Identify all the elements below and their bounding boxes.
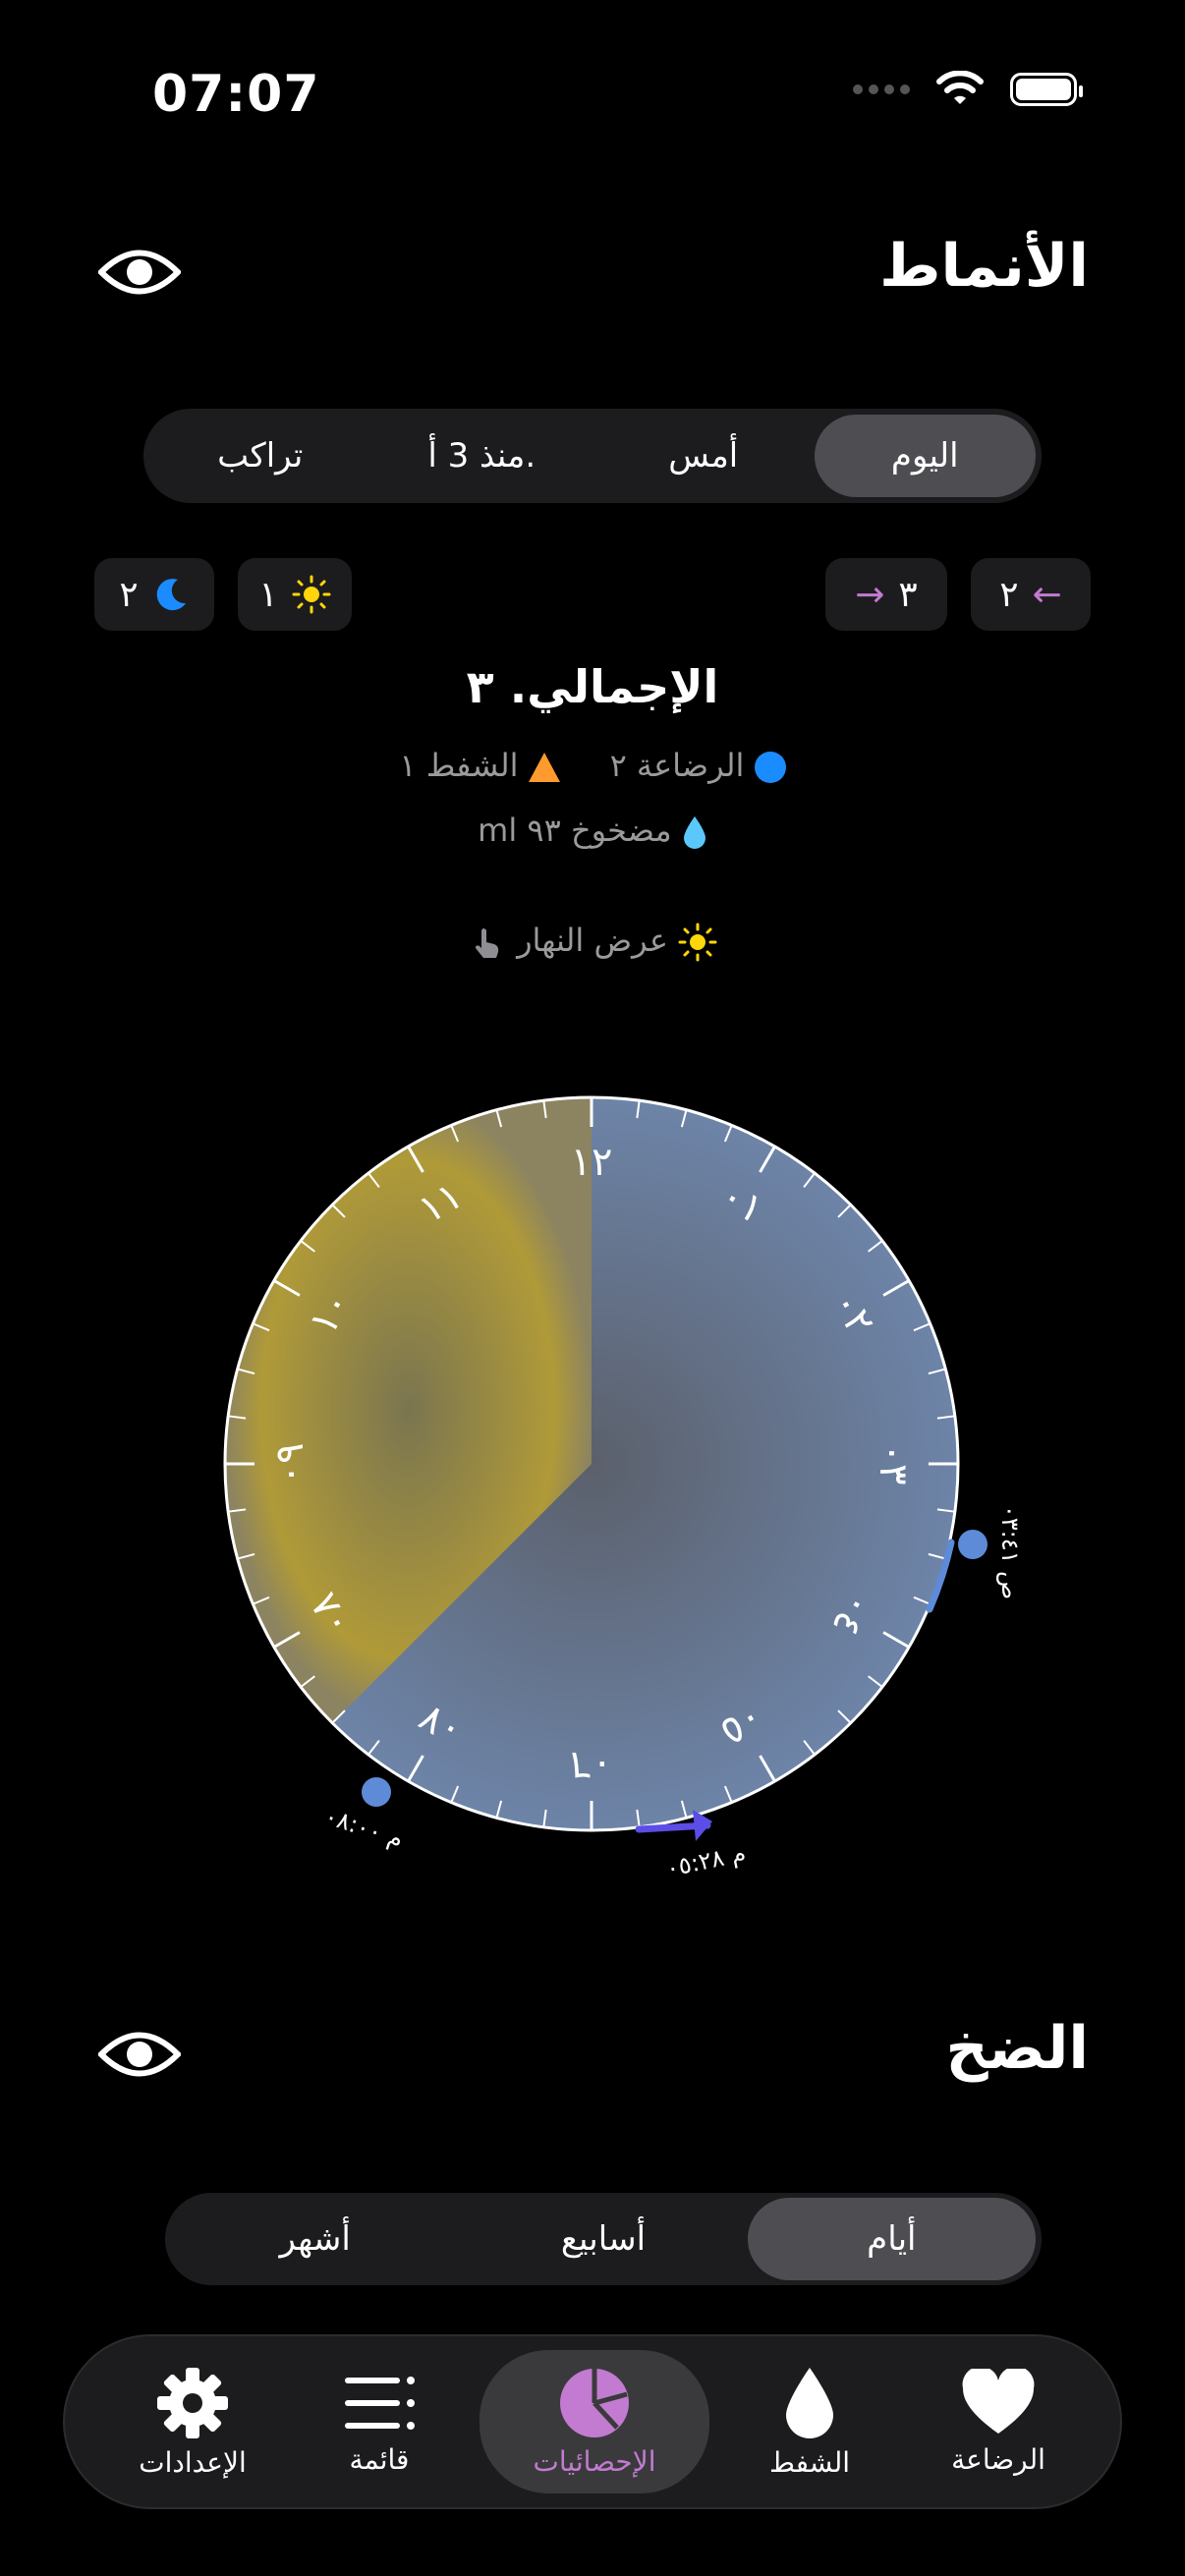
tab-list[interactable]: قائمة [301,2336,458,2507]
left-side-count-chip[interactable]: ٢ ← [971,558,1091,631]
event-time-label: م ٠٥:٢٨ [663,1839,748,1882]
daily-pattern-clock: ١٢٠١٠٢٠٣٠٤٠٥٠٦٠٧٠٨٠٩١٠١١ ص ٠٣:٤١ م ٠٥:٢٨… [223,1095,1022,1882]
segment-overlay[interactable]: تراكب [149,415,371,497]
tab-label: الرضاعة [951,2442,1045,2476]
patterns-range-segmented: تراكب منذ 3 أ. أمس اليوم [143,409,1042,503]
legend-feeding-pumping: الرضاعة ٢ الشفط ١ [0,747,1185,784]
pumping-count: الشفط ١ [399,747,519,784]
status-icons [853,71,1083,108]
pie-chart-icon [560,2368,629,2437]
gear-icon [157,2367,228,2438]
arrow-right-icon: → [855,574,885,615]
night-count-chip[interactable]: ٢ [94,558,214,631]
right-side-count: ٣ [898,574,918,615]
list-icon [345,2376,415,2430]
heart-icon [962,2368,1035,2434]
right-side-count-chip[interactable]: → ٣ [825,558,947,631]
water-drop-icon [683,816,705,849]
wifi-icon [936,71,984,104]
feeding-count: الرضاعة ٢ [609,747,745,784]
moon-icon [156,579,186,611]
tab-bar: الإعدادات قائمة الإحصائيات الشفط الرضاعة [63,2334,1122,2509]
eye-icon[interactable] [98,246,181,299]
feeding-event-dot[interactable] [958,1530,988,1559]
segment-3-days-ago[interactable]: منذ 3 أ. [371,415,593,497]
tab-label: الشفط [768,2445,851,2479]
segment-months[interactable]: أشهر [171,2198,459,2280]
pumping-range-segmented: أشهر أسابيع أيام [165,2193,1042,2285]
arrow-left-icon: ← [1032,574,1062,615]
segment-yesterday[interactable]: أمس [592,415,815,497]
segment-days[interactable]: أيام [747,2198,1036,2280]
event-time-label: م ٠٨:٠٠ [321,1802,407,1853]
tab-settings[interactable]: الإعدادات [104,2336,281,2507]
pumping-triangle-icon [528,753,560,782]
left-side-count: ٢ [999,574,1019,615]
status-time: 07:07 [152,65,320,124]
tab-statistics[interactable]: الإحصائيات [480,2350,709,2493]
sun-icon [678,923,717,962]
battery-icon [1010,73,1083,106]
legend-pumped-volume: مضخوخ ٩٣ ml [0,812,1185,850]
cellular-dots-icon [853,84,910,94]
clock-hour-label: ١٢ [571,1140,613,1185]
total-summary: الإجمالي. ٣ [466,660,719,713]
eye-icon[interactable] [98,2028,181,2081]
event-time-label: ص ٠٣:٤١ [996,1505,1022,1599]
night-count: ٢ [119,574,139,615]
tab-label: الإعدادات [139,2445,247,2479]
clock-hour-label: ٠٩ [267,1443,312,1485]
day-view-toggle[interactable]: عرض النهار [0,922,1185,962]
tap-hand-icon [475,928,499,958]
segment-today[interactable]: اليوم [814,415,1036,497]
drop-icon [786,2367,833,2438]
sun-icon [292,575,331,614]
page-title: الأنماط [879,232,1089,301]
tab-label: الإحصائيات [533,2444,656,2478]
segment-weeks[interactable]: أسابيع [459,2198,747,2280]
tab-pumping[interactable]: الشفط [731,2336,888,2507]
day-count-chip[interactable]: ١ [238,558,352,631]
feeding-dot-icon [754,752,786,783]
tab-feeding[interactable]: الرضاعة [910,2336,1087,2507]
pumped-volume: مضخوخ ٩٣ ml [478,812,672,849]
clock-hour-label: ٠٦ [571,1743,613,1788]
section-title-pumping: الضخ [945,2014,1089,2083]
day-view-label: عرض النهار [517,922,668,959]
day-count: ١ [258,574,278,615]
feeding-event-dot[interactable] [362,1777,391,1807]
clock-hour-label: ٠٣ [871,1443,916,1485]
tab-label: قائمة [349,2442,410,2476]
